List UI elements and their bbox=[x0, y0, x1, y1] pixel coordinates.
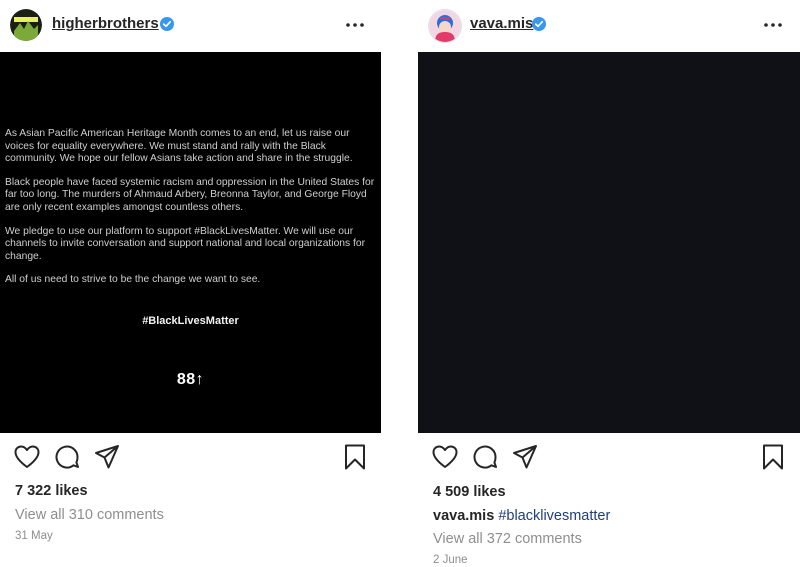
post-image[interactable]: As Asian Pacific American Heritage Month… bbox=[0, 52, 381, 433]
username[interactable]: higherbrothers bbox=[52, 15, 159, 32]
more-options-icon[interactable] bbox=[344, 17, 366, 33]
statement-paragraph: Black people have faced systemic racism … bbox=[5, 176, 375, 213]
caption: vava.mis #blacklivesmatter bbox=[433, 508, 610, 524]
action-bar bbox=[0, 443, 382, 475]
paper-plane-icon[interactable] bbox=[93, 443, 121, 471]
verified-badge-icon bbox=[160, 17, 174, 31]
post-higherbrothers: higherbrothers As Asian Pacific American… bbox=[0, 0, 382, 567]
view-comments-link[interactable]: View all 310 comments bbox=[15, 507, 164, 523]
more-options-icon[interactable] bbox=[762, 17, 784, 33]
post-image[interactable] bbox=[418, 52, 800, 433]
verified-badge-icon bbox=[532, 17, 546, 31]
action-bar bbox=[418, 443, 800, 475]
brand-logo: 88↑ bbox=[176, 371, 205, 388]
post-header: vava.mis bbox=[418, 0, 800, 52]
statement-paragraph: We pledge to use our platform to support… bbox=[5, 225, 366, 262]
avatar[interactable] bbox=[10, 9, 42, 41]
paper-plane-icon[interactable] bbox=[511, 443, 539, 471]
avatar[interactable] bbox=[428, 9, 462, 43]
post-vava-mis: vava.mis 4 509 likes vava.mis #blacklive… bbox=[418, 0, 800, 567]
image-hashtag: #BlackLivesMatter bbox=[142, 315, 239, 327]
statement-paragraph: As Asian Pacific American Heritage Month… bbox=[5, 128, 353, 165]
view-comments-link[interactable]: View all 372 comments bbox=[433, 531, 582, 547]
statement-text: As Asian Pacific American Heritage Month… bbox=[5, 128, 375, 298]
heart-outline-icon[interactable] bbox=[13, 443, 41, 471]
caption-username[interactable]: vava.mis bbox=[433, 508, 494, 524]
likes-count[interactable]: 7 322 likes bbox=[15, 483, 88, 499]
likes-count[interactable]: 4 509 likes bbox=[433, 484, 506, 500]
bookmark-icon[interactable] bbox=[759, 443, 787, 471]
post-date: 31 May bbox=[15, 530, 53, 542]
post-header: higherbrothers bbox=[0, 0, 382, 52]
bookmark-icon[interactable] bbox=[341, 443, 369, 471]
heart-outline-icon[interactable] bbox=[431, 443, 459, 471]
comment-bubble-icon[interactable] bbox=[53, 443, 81, 471]
username[interactable]: vava.mis bbox=[470, 15, 533, 32]
caption-hashtag[interactable]: #blacklivesmatter bbox=[498, 508, 610, 524]
post-date: 2 June bbox=[433, 554, 468, 566]
comment-bubble-icon[interactable] bbox=[471, 443, 499, 471]
statement-paragraph: All of us need to strive to be the chang… bbox=[5, 274, 261, 286]
